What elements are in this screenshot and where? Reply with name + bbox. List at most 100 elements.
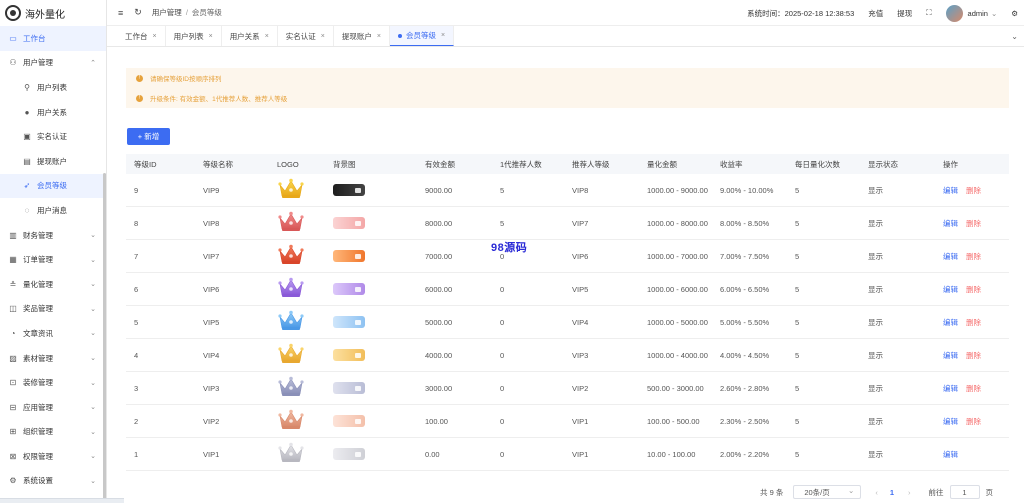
level-id: 2 (134, 416, 139, 426)
chevron-down-icon[interactable]: ⌄ (991, 9, 997, 18)
table-row: 9 VIP9 9000.00 5 VIP8 1000.00 - 9000.00 9.00% … (126, 174, 1009, 207)
chevron-icon: ⌄ (90, 355, 96, 363)
edit-button[interactable]: 编辑 (943, 318, 958, 327)
sidebar-item[interactable]: ▨ 素材管理 ⌄ (0, 346, 106, 371)
sidebar-item[interactable]: ⊠ 权限管理 ⌄ (0, 444, 106, 469)
yield-rate: 6.00% - 6.50% (720, 284, 770, 294)
column-header: 等级ID (134, 159, 157, 169)
prev-page-icon[interactable]: ‹ (875, 488, 878, 497)
refresh-icon[interactable]: ↻ (134, 7, 142, 18)
close-icon[interactable]: × (209, 33, 213, 40)
delete-button[interactable]: 删除 (966, 417, 981, 426)
tab-item[interactable]: 用户列表 × (166, 26, 222, 46)
close-icon[interactable]: × (377, 33, 381, 40)
delete-button[interactable]: 删除 (966, 384, 981, 393)
sidebar-item[interactable]: ▥ 财务管理 ⌄ (0, 223, 106, 248)
sidebar-item[interactable]: ▦ 订单管理 ⌄ (0, 247, 106, 272)
sidebar-item-label: 工作台 (23, 33, 46, 43)
display-status: 显示 (868, 218, 883, 228)
breadcrumb: 用户管理 / 会员等级 (152, 7, 222, 18)
actions-cell: 编辑 删除 (943, 218, 1003, 229)
sidebar-item[interactable]: ⚇ 用户管理 ⌃ (0, 51, 106, 76)
recharge-link[interactable]: 充值 (868, 8, 883, 19)
delete-button[interactable]: 删除 (966, 351, 981, 360)
sidebar: 海外量化 ▭ 工作台 ⚇ 用户管理 ⌃ ⚲ 用户列表 ● 用户关系 ▣ 实名认证 ▤ 提现账户 ➶ 会员等级… (0, 0, 107, 503)
sidebar-item[interactable]: ⊡ 装修管理 ⌄ (0, 370, 106, 395)
tab-item[interactable]: 工作台 × (117, 26, 166, 46)
edit-button[interactable]: 编辑 (943, 450, 958, 459)
edit-button[interactable]: 编辑 (943, 384, 958, 393)
page-number[interactable]: 1 (890, 488, 894, 497)
sidebar-item[interactable]: ⚙ 系统设置 ⌄ (0, 469, 106, 494)
avatar[interactable] (945, 4, 963, 22)
goto-input[interactable]: 1 (949, 485, 980, 499)
edit-button[interactable]: 编辑 (943, 252, 958, 261)
tabs-more-icon[interactable]: ⌄ (1011, 32, 1018, 41)
display-status: 显示 (868, 251, 883, 261)
settings-icon: ⚙ (9, 476, 17, 486)
next-page-icon[interactable]: › (908, 488, 911, 497)
sidebar-item[interactable]: ⊟ 应用管理 ⌄ (0, 395, 106, 420)
sidebar-item[interactable]: ◫ 奖品管理 ⌄ (0, 297, 106, 322)
tab-item[interactable]: 会员等级 × (389, 26, 455, 46)
sidebar-item[interactable]: ➶ 会员等级 (0, 173, 106, 199)
fullscreen-icon[interactable]: ⛶ (926, 8, 931, 18)
crown-logo-image (278, 277, 304, 297)
edit-button[interactable]: 编辑 (943, 219, 958, 228)
delete-button[interactable]: 删除 (966, 186, 981, 195)
sidebar-item[interactable]: ⚲ 用户列表 (0, 75, 106, 100)
watermark: 98源码 (491, 242, 528, 254)
page-suffix: 页 (985, 487, 994, 497)
edit-button[interactable]: 编辑 (943, 186, 958, 195)
tab-item[interactable]: 用户关系 × (222, 26, 278, 46)
edit-button[interactable]: 编辑 (943, 351, 958, 360)
edit-button[interactable]: 编辑 (943, 285, 958, 294)
referrer-level: VIP2 (572, 383, 589, 393)
sidebar-scrollbar[interactable] (103, 173, 106, 503)
sidebar-item[interactable]: ▣ 实名认证 (0, 124, 106, 149)
level-id: 8 (134, 218, 139, 228)
delete-button[interactable]: 删除 (966, 219, 981, 228)
menu-toggle-icon[interactable]: ≡ (118, 8, 123, 18)
badge-icon (355, 319, 361, 325)
org-icon: ⊞ (9, 427, 17, 437)
edit-button[interactable]: 编辑 (943, 417, 958, 426)
add-button[interactable]: + 新增 (127, 128, 170, 145)
table-row: 6 VIP6 6000.00 0 VIP5 1000.00 - 6000.00 6.00% … (126, 273, 1009, 306)
crown-icon (277, 277, 305, 301)
wallet-icon: ▤ (23, 156, 31, 166)
close-icon[interactable]: × (265, 33, 269, 40)
delete-button[interactable]: 删除 (966, 318, 981, 327)
breadcrumb-item[interactable]: 用户管理 (152, 8, 182, 17)
username[interactable]: admin (968, 9, 988, 18)
delete-button[interactable]: 删除 (966, 285, 981, 294)
withdraw-link[interactable]: 提现 (897, 8, 912, 19)
user-relation-icon: ● (24, 107, 30, 117)
close-icon[interactable]: × (153, 33, 157, 40)
sidebar-item[interactable]: ≗ 量化管理 ⌄ (0, 272, 106, 297)
crown-icon (277, 310, 305, 334)
tab-item[interactable]: 实名认证 × (278, 26, 334, 46)
level-name: VIP3 (203, 383, 220, 393)
level-id: 3 (134, 383, 139, 393)
sidebar-item[interactable]: ◔ 文章资讯 ⌄ (0, 321, 106, 346)
tab-label: 工作台 (125, 31, 148, 41)
gear-icon[interactable]: ⚙ (1011, 9, 1018, 18)
close-icon[interactable]: × (441, 32, 445, 39)
top-bar: ≡ ↻ 用户管理 / 会员等级 系统时间：2025-02-18 12:38:53 充… (107, 0, 1024, 26)
delete-button[interactable]: 删除 (966, 252, 981, 261)
sidebar-item[interactable]: ◌ 用户消息 (0, 198, 106, 223)
close-icon[interactable]: × (321, 33, 325, 40)
page-size-select[interactable]: 20条/页 (793, 485, 862, 499)
sidebar-item[interactable]: ▭ 工作台 (0, 26, 106, 51)
sidebar-item[interactable]: ● 用户关系 (0, 100, 106, 125)
sidebar-item[interactable]: ⊞ 组织管理 ⌄ (0, 420, 106, 445)
warning-icon: ! (136, 94, 143, 102)
quant-amount: 1000.00 - 8000.00 (647, 218, 708, 228)
sidebar-item-label: 用户列表 (37, 82, 67, 92)
tab-item[interactable]: 提现账户 × (334, 26, 390, 46)
app-logo[interactable]: 海外量化 (0, 0, 106, 26)
sidebar-item[interactable]: ▤ 提现账户 (0, 149, 106, 174)
daily-quant-times: 5 (795, 416, 800, 426)
vip-level-table: 等级ID 等级名称 LOGO 背景图 有效金额 1代推荐人数 推荐人等级 量化金额 收益率 每日量… (126, 154, 1009, 471)
